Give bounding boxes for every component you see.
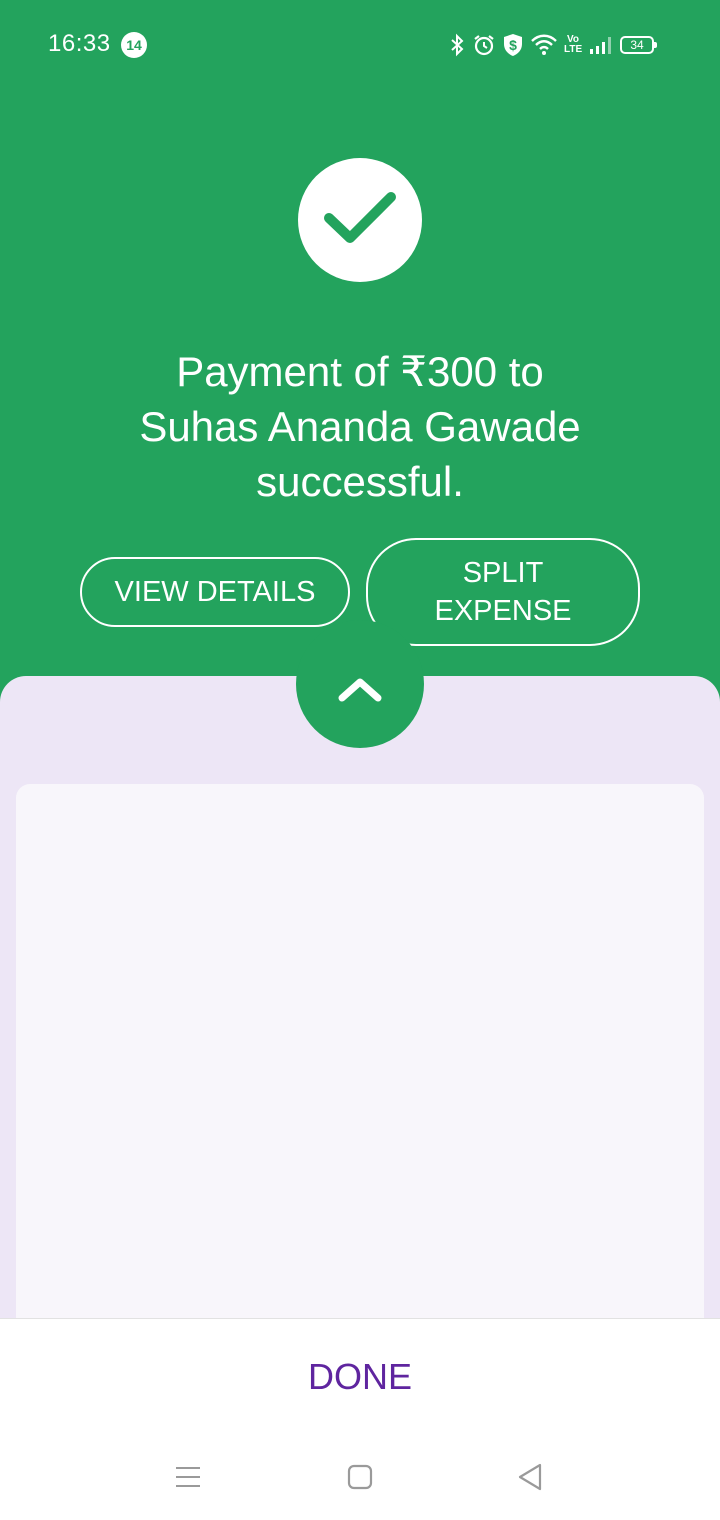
checkmark-icon: [323, 189, 397, 252]
battery-icon: 34: [620, 36, 657, 54]
signal-icon: [588, 34, 614, 56]
split-expense-button[interactable]: SPLIT EXPENSE: [366, 538, 640, 646]
payment-success-message: Payment of ₹300 to Suhas Ananda Gawade s…: [60, 344, 660, 509]
message-line-payee: Suhas Ananda Gawade: [139, 403, 581, 450]
menu-icon[interactable]: [168, 1459, 208, 1495]
svg-text:$: $: [509, 37, 517, 53]
expand-sheet-button[interactable]: [296, 620, 424, 748]
chevron-up-icon: [336, 674, 384, 709]
back-icon[interactable]: [510, 1459, 550, 1495]
view-details-button[interactable]: VIEW DETAILS: [80, 557, 350, 627]
wifi-icon: [530, 34, 558, 56]
notification-count-badge: 14: [121, 32, 147, 58]
done-button[interactable]: DONE: [260, 1349, 460, 1405]
status-time: 16:33: [48, 30, 111, 57]
status-bar: 16:33 14 $ Vo LTE 34: [0, 0, 720, 88]
bottom-bar: DONE: [0, 1318, 720, 1520]
home-icon[interactable]: [340, 1459, 380, 1495]
details-card: [16, 784, 704, 1344]
shield-dollar-icon: $: [502, 32, 524, 58]
success-check-circle: [298, 158, 422, 282]
bluetooth-icon: [448, 33, 466, 57]
message-line-status: successful.: [256, 458, 464, 505]
alarm-icon: [472, 33, 496, 57]
status-icons: $ Vo LTE 34: [448, 30, 657, 60]
volte-icon: Vo LTE: [564, 34, 583, 55]
message-line-amount: Payment of ₹300 to: [176, 348, 544, 395]
